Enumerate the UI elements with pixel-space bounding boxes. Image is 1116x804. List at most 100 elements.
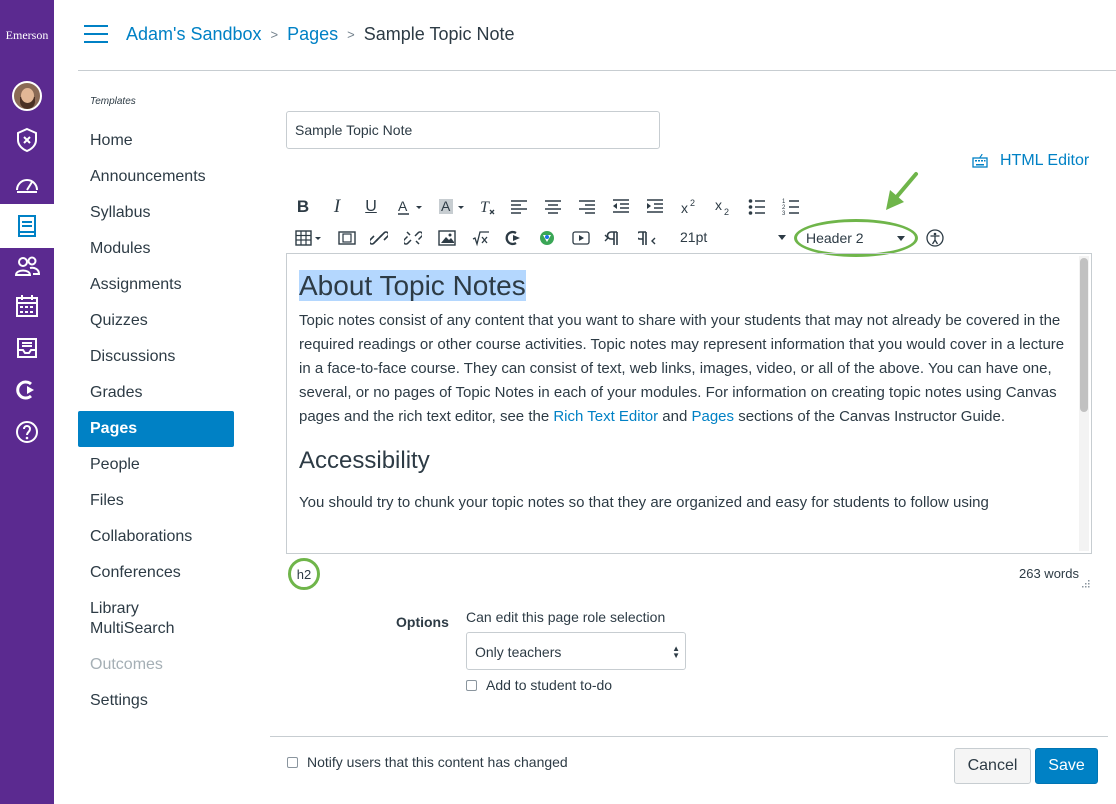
course-nav-syllabus[interactable]: Syllabus	[78, 203, 234, 223]
commons-button[interactable]	[498, 225, 528, 251]
resize-handle-icon[interactable]	[1081, 579, 1090, 588]
svg-text:A: A	[398, 198, 408, 214]
account-avatar-icon	[12, 81, 42, 111]
commons-nav-item[interactable]	[0, 370, 54, 410]
dashboard-gauge-icon	[16, 179, 38, 193]
dashboard-nav-item[interactable]	[0, 164, 54, 204]
course-menu-toggle-button[interactable]	[84, 25, 108, 45]
insert-table-button[interactable]	[286, 225, 332, 251]
indent-button[interactable]	[638, 194, 672, 220]
course-nav-announcements[interactable]: Announcements	[78, 167, 234, 187]
course-nav-people[interactable]: People	[78, 455, 234, 475]
paragraph-text: and	[658, 408, 692, 425]
numbered-list-icon: 123	[782, 199, 799, 216]
editor-content[interactable]: About Topic Notes Topic notes consist of…	[299, 254, 1067, 515]
text-color-button[interactable]: A	[388, 194, 432, 220]
breadcrumb-course-link[interactable]: Adam's Sandbox	[126, 24, 262, 45]
course-nav-grades[interactable]: Grades	[78, 383, 234, 403]
font-size-dropdown[interactable]: 21pt	[680, 229, 790, 247]
bold-button[interactable]: B	[286, 194, 320, 220]
italic-icon: I	[333, 196, 341, 217]
inbox-nav-item[interactable]	[0, 328, 54, 368]
html-editor-toggle[interactable]: HTML Editor	[972, 152, 1089, 170]
block-format-dropdown[interactable]: Header 2	[794, 219, 918, 257]
help-nav-item[interactable]	[0, 412, 54, 452]
subscript-button[interactable]: x2	[706, 194, 740, 220]
outdent-icon	[613, 199, 629, 213]
link-icon	[370, 231, 388, 245]
svg-text:x: x	[715, 198, 722, 213]
clear-formatting-button[interactable]: T	[472, 194, 502, 220]
chevron-right-icon: >	[347, 27, 355, 42]
background-color-button[interactable]: A	[432, 194, 472, 220]
course-nav-conferences[interactable]: Conferences	[78, 563, 234, 583]
breadcrumb-current: Sample Topic Note	[363, 24, 515, 44]
pages-guide-link[interactable]: Pages	[691, 408, 734, 425]
google-drive-button[interactable]	[528, 225, 566, 251]
course-nav-quizzes[interactable]: Quizzes	[78, 311, 234, 331]
outdent-button[interactable]	[604, 194, 638, 220]
course-nav-files[interactable]: Files	[78, 491, 234, 511]
edit-role-select[interactable]: Only teachers ▲ ▼	[466, 632, 686, 670]
groups-nav-item[interactable]	[0, 246, 54, 286]
calendar-nav-item[interactable]	[0, 286, 54, 326]
course-nav-outcomes[interactable]: Outcomes	[78, 655, 234, 675]
admin-nav-item[interactable]	[0, 120, 54, 160]
word-count: 263 words	[1019, 566, 1079, 581]
numbered-list-button[interactable]: 123	[774, 194, 808, 220]
groups-people-icon	[14, 256, 41, 276]
cancel-button[interactable]: Cancel	[954, 748, 1031, 784]
align-right-button[interactable]	[570, 194, 604, 220]
indent-icon	[647, 199, 663, 213]
rich-text-editor-link[interactable]: Rich Text Editor	[553, 408, 658, 425]
course-nav-modules[interactable]: Modules	[78, 239, 234, 259]
course-navigation: Templates	[78, 96, 238, 125]
ltr-direction-button[interactable]	[596, 225, 630, 251]
superscript-button[interactable]: x2	[672, 194, 706, 220]
notify-users-checkbox[interactable]	[287, 756, 298, 768]
courses-nav-item[interactable]	[0, 204, 54, 248]
underline-button[interactable]: U	[354, 194, 388, 220]
editor-scrollbar[interactable]	[1079, 256, 1089, 551]
course-nav-section-label: Templates	[90, 96, 136, 107]
record-media-button[interactable]	[566, 225, 596, 251]
align-center-button[interactable]	[536, 194, 570, 220]
rtl-direction-button[interactable]	[630, 225, 664, 251]
bullet-list-button[interactable]	[740, 194, 774, 220]
page-title-input[interactable]	[286, 111, 660, 149]
course-nav-pages[interactable]: Pages	[78, 411, 234, 447]
italic-button[interactable]: I	[320, 194, 354, 220]
remove-link-button[interactable]	[396, 225, 430, 251]
svg-text:x: x	[681, 200, 688, 216]
breadcrumb-pages-link[interactable]: Pages	[287, 24, 338, 45]
math-equation-icon	[472, 231, 489, 247]
insert-math-button[interactable]	[464, 225, 498, 251]
student-todo-checkbox[interactable]	[466, 679, 477, 691]
notify-users-label: Notify users that this content has chang…	[307, 754, 568, 770]
insert-link-button[interactable]	[362, 225, 396, 251]
element-path-status[interactable]: h2	[288, 558, 320, 590]
align-center-icon	[545, 200, 561, 214]
font-size-value: 21pt	[680, 229, 708, 245]
clear-formatting-icon: T	[480, 199, 495, 216]
rich-text-editor[interactable]: About Topic Notes Topic notes consist of…	[286, 253, 1092, 554]
course-nav-library-multisearch[interactable]: Library MultiSearch	[78, 599, 234, 639]
align-left-button[interactable]	[502, 194, 536, 220]
insert-image-button[interactable]	[430, 225, 464, 251]
account-nav-item[interactable]	[0, 76, 54, 116]
align-right-icon	[579, 200, 595, 214]
course-nav-collaborations[interactable]: Collaborations	[78, 527, 234, 547]
paragraph-text: sections of the Canvas Instructor Guide.	[734, 408, 1005, 425]
course-nav-settings[interactable]: Settings	[78, 691, 234, 711]
course-nav-home[interactable]: Home	[78, 131, 234, 151]
inbox-icon	[17, 338, 37, 358]
course-nav-discussions[interactable]: Discussions	[78, 347, 234, 367]
accessibility-checker-icon[interactable]	[926, 229, 944, 247]
institution-logo[interactable]: Emerson	[0, 28, 54, 43]
notify-users-option[interactable]: Notify users that this content has chang…	[287, 754, 568, 770]
student-todo-option[interactable]: Add to student to-do	[466, 677, 612, 693]
insert-media-button[interactable]	[332, 225, 362, 251]
scrollbar-thumb[interactable]	[1080, 258, 1088, 412]
course-nav-assignments[interactable]: Assignments	[78, 275, 234, 295]
save-button[interactable]: Save	[1035, 748, 1098, 784]
